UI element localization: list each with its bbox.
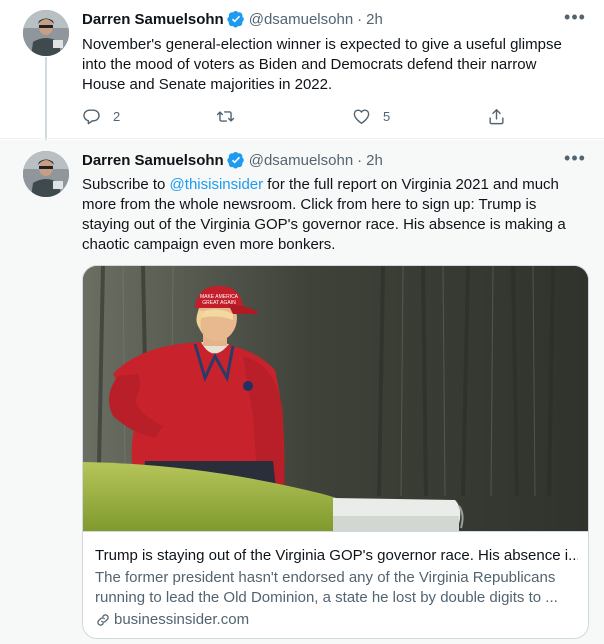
card-domain-text: businessinsider.com (114, 611, 250, 628)
tweet-text: November's general-election winner is ex… (82, 36, 562, 93)
separator: · (357, 151, 363, 169)
tweet-header: Darren Samuelsohn @dsamuelsohn · 2h (82, 9, 383, 29)
avatar-photo-icon (23, 151, 69, 197)
tweet-1[interactable]: Darren Samuelsohn @dsamuelsohn · 2h ••• … (0, 0, 604, 138)
card-description: The former president hasn't endorsed any… (95, 569, 558, 606)
reply-count: 2 (113, 108, 121, 124)
divider (0, 138, 604, 139)
tweet-text: Subscribe to @thisisinsider for the full… (82, 175, 582, 255)
hat-text: GREAT AGAIN (202, 300, 236, 306)
timestamp[interactable]: 2h (366, 152, 383, 169)
tweet-text-start: Subscribe to (82, 176, 170, 193)
more-icon[interactable]: ••• (564, 149, 586, 168)
verified-badge-icon (227, 151, 244, 169)
like-icon (353, 108, 370, 124)
card-title[interactable]: Trump is staying out of the Virginia GOP… (95, 546, 578, 566)
timestamp[interactable]: 2h (366, 11, 383, 28)
tweet-header: Darren Samuelsohn @dsamuelsohn · 2h (82, 150, 383, 170)
verified-badge-icon (227, 10, 244, 28)
avatar[interactable] (23, 10, 69, 56)
link-icon (97, 614, 109, 626)
link-card[interactable]: MAKE AMERICA GREAT AGAIN Trump is stayin… (82, 265, 589, 639)
separator: · (357, 10, 363, 28)
retweet-button[interactable] (216, 106, 247, 126)
mention-link[interactable]: @thisisinsider (170, 176, 264, 193)
avatar-photo-icon (23, 10, 69, 56)
reply-button[interactable]: 2 (82, 106, 120, 126)
tweet-2[interactable]: Darren Samuelsohn @dsamuelsohn · 2h ••• … (0, 140, 604, 644)
share-button[interactable] (487, 106, 506, 126)
retweet-icon (216, 110, 235, 122)
tweet-actions: 2 5 (82, 106, 512, 126)
card-body[interactable]: Trump is staying out of the Virginia GOP… (83, 531, 588, 638)
card-photo: MAKE AMERICA GREAT AGAIN (83, 266, 588, 531)
more-icon[interactable]: ••• (564, 8, 586, 27)
share-icon (489, 108, 504, 124)
author-handle[interactable]: @dsamuelsohn (249, 11, 353, 28)
author-handle[interactable]: @dsamuelsohn (249, 152, 353, 169)
author-name[interactable]: Darren Samuelsohn (82, 152, 224, 169)
card-domain[interactable]: businessinsider.com (95, 610, 249, 630)
reply-icon (83, 108, 100, 124)
thread-connector-line (45, 57, 47, 145)
like-button[interactable]: 5 (352, 106, 390, 126)
card-image[interactable]: MAKE AMERICA GREAT AGAIN (83, 266, 588, 531)
twitter-thread: Darren Samuelsohn @dsamuelsohn · 2h ••• … (0, 0, 604, 644)
like-count: 5 (383, 108, 391, 124)
author-name[interactable]: Darren Samuelsohn (82, 11, 224, 28)
avatar[interactable] (23, 151, 69, 197)
